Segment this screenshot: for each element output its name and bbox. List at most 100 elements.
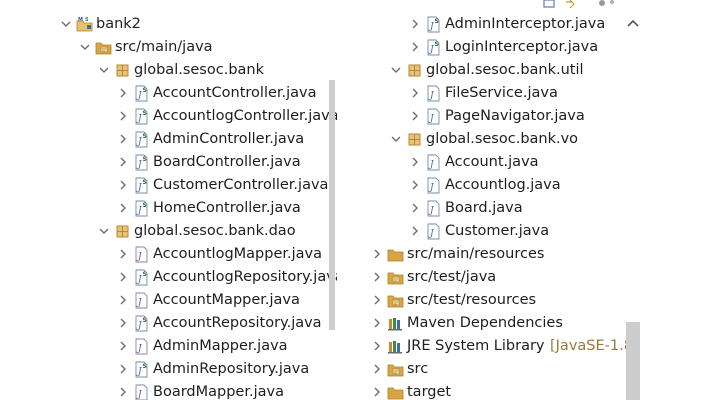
tree-item[interactable]: J S AccountRepository.java [52, 312, 337, 335]
tree-item[interactable]: J Account.java [363, 151, 643, 174]
package-icon [114, 223, 131, 240]
tree-item[interactable]: J S AccountlogRepository.java [52, 266, 337, 289]
chevron-down-icon[interactable] [60, 13, 72, 36]
chevron-down-icon[interactable] [98, 59, 110, 82]
tree-item[interactable]: Maven Dependencies [363, 312, 643, 335]
tree-item[interactable]: JRE System Library [JavaSE-1.8] [363, 335, 643, 358]
chevron-right-icon[interactable] [409, 197, 421, 220]
tree-item[interactable]: src/test/java [363, 266, 643, 289]
folder-icon [387, 384, 404, 400]
tree-item-label: global.sesoc.bank [134, 62, 264, 78]
chevron-right-icon[interactable] [117, 243, 129, 266]
tree-item[interactable]: J PageNavigator.java [363, 105, 643, 128]
java-spring-file-icon: JS [133, 108, 150, 125]
chevron-right-icon[interactable] [117, 105, 129, 128]
tree-item[interactable]: J S AdminInterceptor.java [363, 13, 643, 36]
tree-item[interactable]: src/main/java [52, 36, 337, 59]
folder-icon [387, 246, 404, 263]
tree-item[interactable]: J S AdminRepository.java [52, 358, 337, 381]
right-scrollbar-thumb[interactable] [626, 322, 640, 400]
tree-item[interactable]: J S AdminController.java [52, 128, 337, 151]
chevron-right-icon[interactable] [371, 266, 383, 289]
chevron-right-icon[interactable] [371, 335, 383, 358]
tree-item[interactable]: J S CustomerController.java [52, 174, 337, 197]
chevron-right-icon[interactable] [117, 312, 129, 335]
chevron-down-icon[interactable] [79, 36, 91, 59]
tree-item[interactable]: J S HomeController.java [52, 197, 337, 220]
tree-item[interactable]: src [363, 358, 643, 381]
chevron-down-icon[interactable] [98, 220, 110, 243]
tree-item[interactable]: J AccountMapper.java [52, 289, 337, 312]
chevron-right-icon[interactable] [409, 105, 421, 128]
chevron-right-icon[interactable] [371, 289, 383, 312]
chevron-right-icon[interactable] [371, 312, 383, 335]
tree-item[interactable]: J S AccountController.java [52, 82, 337, 105]
right-scrollbar[interactable] [625, 0, 640, 400]
tree-item[interactable]: J Customer.java [363, 220, 643, 243]
tree-item[interactable]: J S BoardController.java [52, 151, 337, 174]
tree-item[interactable]: J Board.java [363, 197, 643, 220]
left-scrollbar[interactable] [327, 0, 337, 400]
svg-text:S: S [143, 271, 147, 278]
chevron-right-icon[interactable] [117, 381, 129, 400]
tree-item-label: AccountMapper.java [153, 292, 300, 308]
tree-item-label: global.sesoc.bank.vo [426, 131, 579, 147]
chevron-right-icon[interactable] [409, 36, 421, 59]
tree-item[interactable]: global.sesoc.bank [52, 59, 337, 82]
chevron-right-icon[interactable] [117, 197, 129, 220]
java-file-icon: J [425, 85, 442, 102]
tree-item[interactable]: global.sesoc.bank.vo [363, 128, 643, 151]
chevron-right-icon[interactable] [409, 174, 421, 197]
scroll-up-arrow-icon[interactable] [626, 16, 640, 30]
chevron-right-icon[interactable] [117, 335, 129, 358]
java-spring-file-icon: JS [133, 85, 150, 102]
chevron-right-icon[interactable] [117, 289, 129, 312]
chevron-right-icon[interactable] [409, 13, 421, 36]
tree-item[interactable]: global.sesoc.bank.util [363, 59, 643, 82]
tree-item[interactable]: M Sbank2 [52, 13, 337, 36]
chevron-right-icon[interactable] [371, 381, 383, 400]
java-file-icon: J [425, 223, 442, 240]
java-spring-file-icon: JS [133, 269, 150, 286]
chevron-right-icon[interactable] [371, 243, 383, 266]
tree-item[interactable]: J FileService.java [363, 82, 643, 105]
tree-item[interactable]: src/main/resources [363, 243, 643, 266]
chevron-right-icon[interactable] [371, 358, 383, 381]
chevron-right-icon[interactable] [117, 151, 129, 174]
tree-item[interactable]: J Accountlog.java [363, 174, 643, 197]
chevron-down-icon[interactable] [390, 59, 402, 82]
tree-item[interactable]: src/test/resources [363, 289, 643, 312]
source-folder-icon [95, 39, 112, 56]
tree-item-label: src/test/resources [407, 292, 537, 308]
chevron-right-icon[interactable] [117, 82, 129, 105]
tree-item-label: AccountlogMapper.java [153, 246, 322, 262]
chevron-right-icon[interactable] [409, 82, 421, 105]
tree-item-label: src/test/java [407, 269, 497, 285]
chevron-right-icon[interactable] [117, 358, 129, 381]
tree-item[interactable]: J AdminMapper.java [52, 335, 337, 358]
tree-item[interactable]: global.sesoc.bank.dao [52, 220, 337, 243]
chevron-right-icon[interactable] [409, 220, 421, 243]
tree-item[interactable]: J S AccountlogController.java [52, 105, 337, 128]
tree-item-label: CustomerController.java [153, 177, 329, 193]
tree-item[interactable]: target [363, 381, 643, 400]
package-explorer-right-pane[interactable]: J S AdminInterceptor.java J S LoginIntercepto… [363, 0, 643, 400]
java-interface-file-icon: J [133, 338, 150, 355]
tree-item[interactable]: J BoardMapper.java [52, 381, 337, 400]
left-scrollbar-thumb[interactable] [329, 80, 335, 330]
tree-item-label: AccountlogRepository.java [153, 269, 337, 285]
package-explorer-left-pane[interactable]: M Sbank2 src/main/java global.sesoc.bank J S A… [52, 0, 337, 400]
java-file-icon: J [425, 177, 442, 194]
tree-item-label: Accountlog.java [445, 177, 561, 193]
tree-item[interactable]: J S LoginInterceptor.java [363, 36, 643, 59]
java-spring-file-icon: JS [425, 39, 442, 56]
svg-text:S: S [435, 18, 439, 25]
java-spring-file-icon: JS [133, 154, 150, 171]
chevron-right-icon[interactable] [117, 174, 129, 197]
chevron-right-icon[interactable] [117, 266, 129, 289]
chevron-right-icon[interactable] [117, 128, 129, 151]
chevron-right-icon[interactable] [409, 151, 421, 174]
chevron-down-icon[interactable] [390, 128, 402, 151]
tree-item[interactable]: J AccountlogMapper.java [52, 243, 337, 266]
source-folder-icon [387, 292, 404, 309]
